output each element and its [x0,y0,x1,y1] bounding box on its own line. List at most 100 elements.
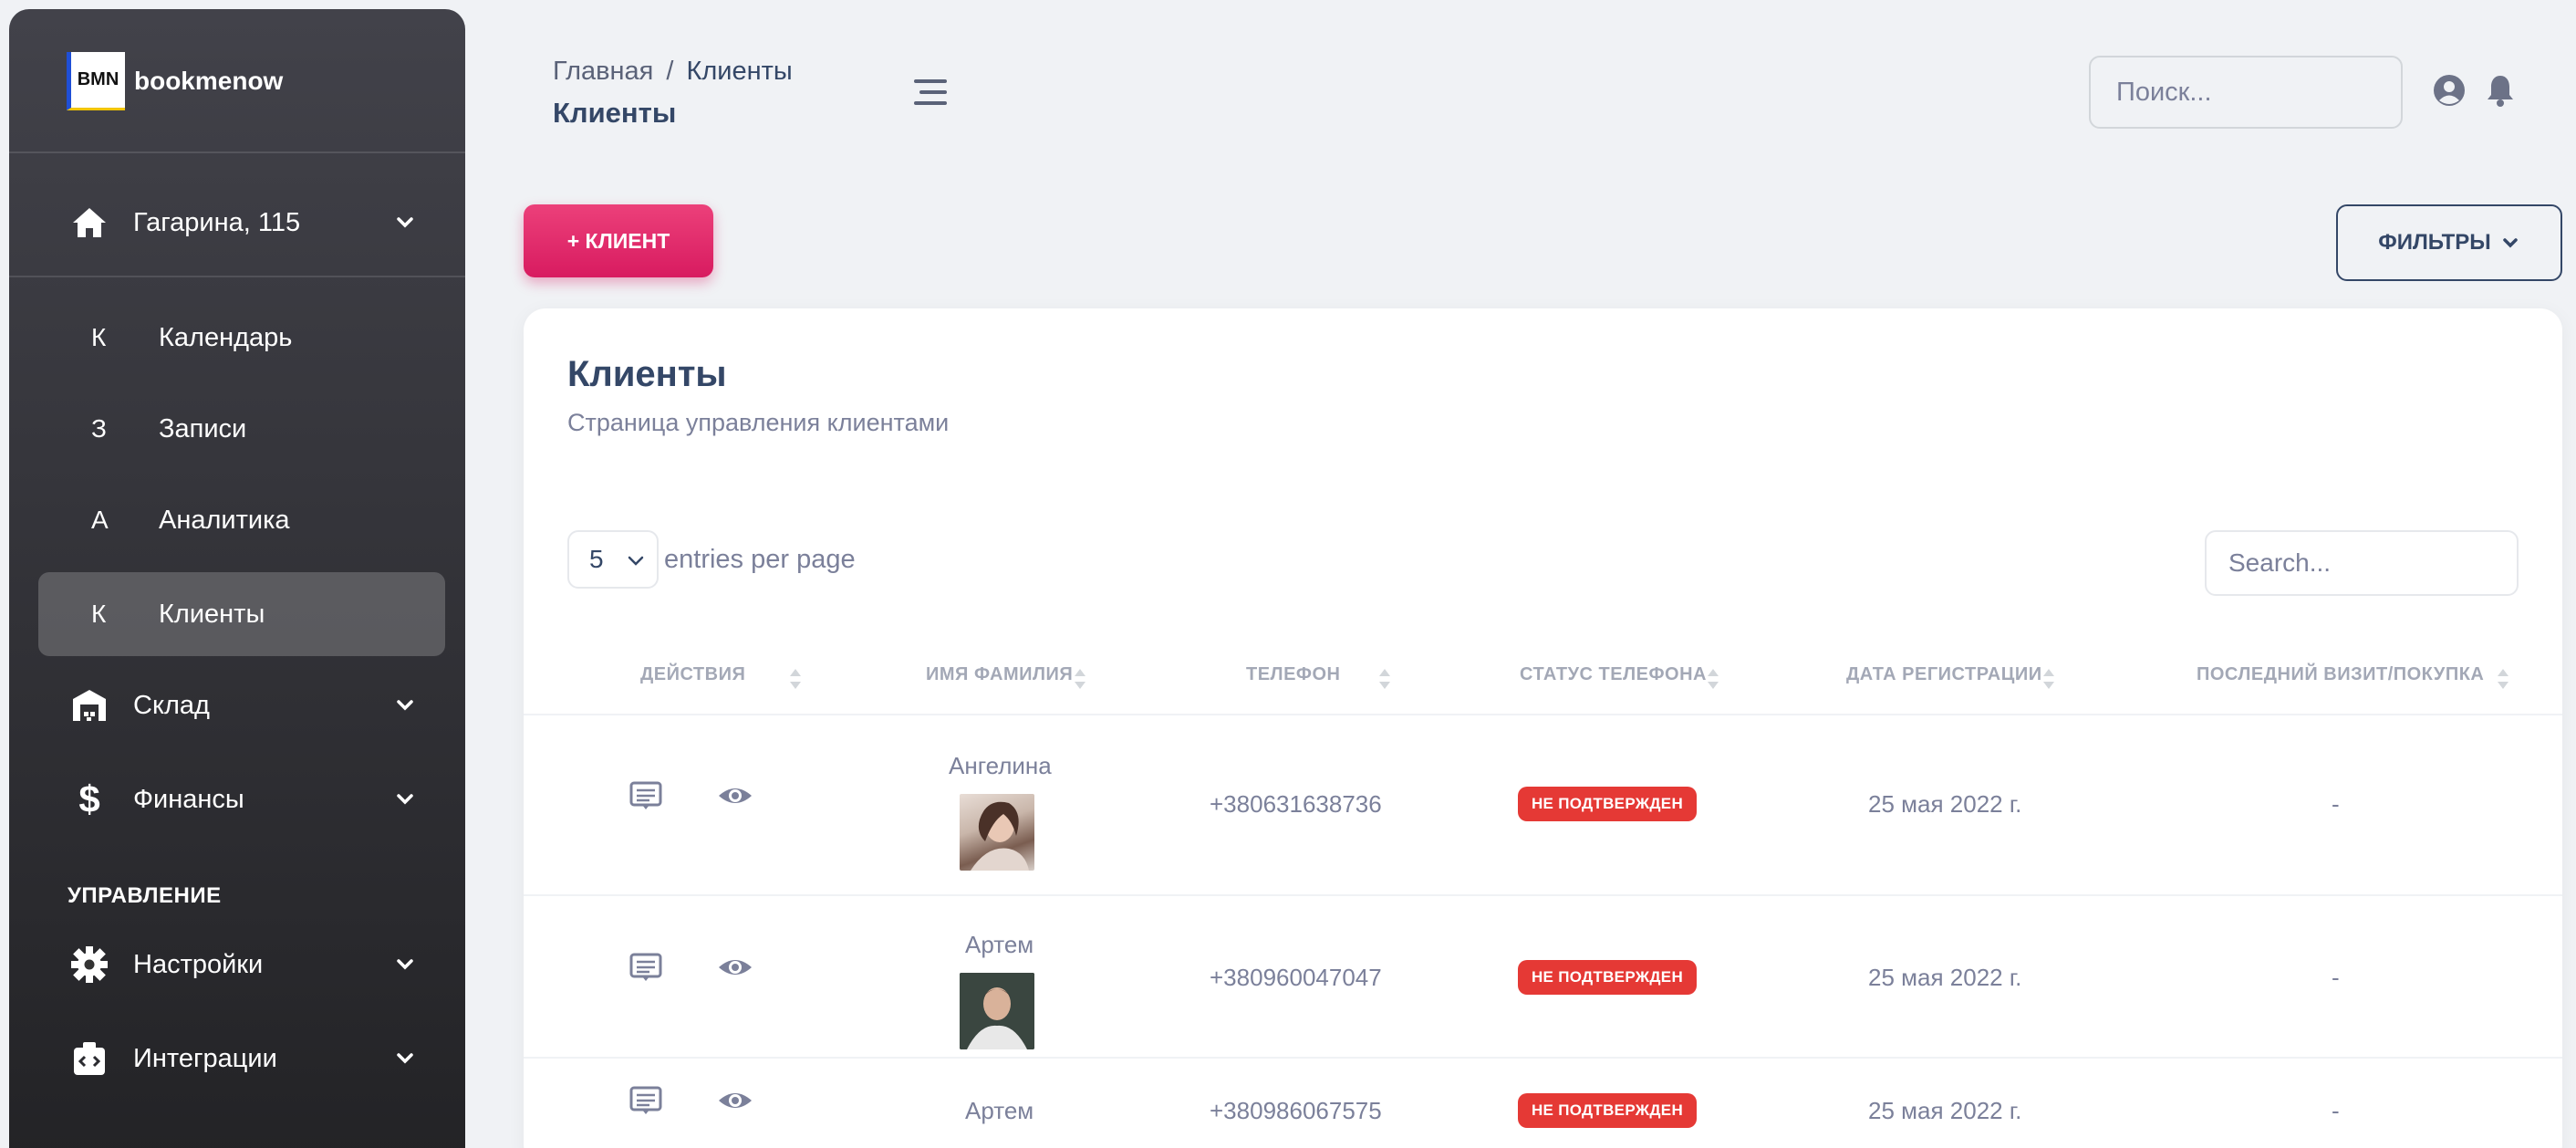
sidebar-item-label: Склад [133,690,210,720]
sort-icon[interactable] [2041,666,2056,692]
column-header-last-visit[interactable]: ПОСЛЕДНИЙ ВИЗИТ/ПОКУПКА [2197,664,2484,685]
sidebar-item-label: Клиенты [159,599,265,629]
status-badge: НЕ ПОДТВЕРЖДЕН [1518,1093,1697,1128]
sidebar: BMN bookmenow Гагарина, 115 К Календарь … [9,9,465,1148]
sort-icon[interactable] [1073,666,1087,692]
chevron-down-icon [2503,238,2518,248]
breadcrumb-home[interactable]: Главная [553,57,653,86]
status-badge: НЕ ПОДТВЕРЖДЕН [1518,787,1697,821]
home-icon [68,201,111,245]
menu-toggle-icon[interactable] [912,77,949,108]
column-header-name[interactable]: ИМЯ ФАМИЛИЯ [926,664,1073,685]
sidebar-item-clients[interactable]: К Клиенты [38,572,445,656]
last-visit: - [2332,1097,2340,1124]
message-icon[interactable] [628,949,664,986]
gear-icon [68,943,111,986]
sidebar-item-letter: А [91,506,109,534]
column-header-actions[interactable]: ДЕЙСТВИЯ [640,664,745,685]
section-title-management: УПРАВЛЕНИЕ [68,883,222,908]
registration-date: 25 мая 2022 г. [1868,964,2022,991]
brand[interactable]: BMN bookmenow [67,52,283,110]
sort-icon[interactable] [788,666,803,692]
sort-icon[interactable] [1377,666,1392,692]
registration-date: 25 мая 2022 г. [1868,790,2022,818]
location-selector[interactable]: Гагарина, 115 [38,181,445,265]
registration-date: 25 мая 2022 г. [1868,1097,2022,1124]
eye-icon[interactable] [717,1082,753,1119]
client-name: Ангелина [949,752,1052,779]
last-visit: - [2332,790,2340,818]
row-divider [524,1057,2562,1059]
sidebar-divider [9,276,465,277]
per-page-select[interactable]: 5 [567,530,659,589]
chevron-down-icon [397,794,413,805]
per-page-value: 5 [589,545,604,573]
brand-name: bookmenow [134,67,284,95]
column-header-registration[interactable]: ДАТА РЕГИСТРАЦИИ [1846,664,2042,685]
sidebar-item-calendar[interactable]: К Календарь [38,296,445,380]
sidebar-item-analytics[interactable]: А Аналитика [38,478,445,562]
sidebar-item-label: Аналитика [159,505,290,535]
sidebar-item-label: Настройки [133,949,264,979]
row-divider [524,894,2562,896]
add-client-button[interactable]: + КЛИЕНТ [524,204,713,277]
search-input[interactable] [2089,56,2403,129]
sidebar-item-warehouse[interactable]: Склад [38,663,445,747]
sidebar-item-label: Записи [159,413,247,444]
clients-card: Клиенты Страница управления клиентами 5 … [524,308,2562,1148]
sort-icon[interactable] [1706,666,1720,692]
entries-per-page: 5 entries per page [567,530,856,589]
row-divider [524,714,2562,715]
dollar-icon: $ [68,778,111,821]
message-icon[interactable] [628,1082,664,1119]
breadcrumb-separator: / [666,57,674,86]
chevron-down-icon [397,217,413,228]
chevron-down-icon [397,959,413,970]
filters-button[interactable]: ФИЛЬТРЫ [2336,204,2562,281]
sidebar-item-integrations[interactable]: Интеграции [38,1017,445,1101]
card-subtitle: Страница управления клиентами [567,409,950,436]
sidebar-item-letter: К [91,323,107,351]
chevron-down-icon [397,700,413,711]
breadcrumb: Главная / Клиенты [553,57,793,87]
sidebar-item-label: Интеграции [133,1043,277,1073]
integration-icon [68,1037,111,1080]
sidebar-item-label: Финансы [133,784,244,814]
location-label: Гагарина, 115 [133,207,301,237]
sidebar-item-settings[interactable]: Настройки [38,923,445,1007]
client-phone: +380631638736 [1210,790,1382,818]
page-title: Клиенты [553,97,677,129]
card-title: Клиенты [567,354,727,394]
column-header-phone[interactable]: ТЕЛЕФОН [1246,664,1341,685]
client-phone: +380960047047 [1210,964,1382,991]
per-page-label: entries per page [664,544,856,574]
message-icon[interactable] [628,778,664,814]
client-name: Артем [965,931,1034,958]
sidebar-item-label: Календарь [159,322,293,352]
client-name: Артем [965,1097,1034,1124]
chevron-down-icon [628,556,644,566]
sidebar-item-letter: З [91,414,107,443]
table-search-input[interactable] [2205,530,2519,596]
account-icon[interactable] [2432,73,2467,108]
bell-icon[interactable] [2483,73,2518,108]
last-visit: - [2332,964,2340,991]
svg-text:$: $ [78,779,99,819]
chevron-down-icon [397,1053,413,1064]
eye-icon[interactable] [717,778,753,814]
avatar [960,973,1034,1049]
breadcrumb-current: Клиенты [686,57,793,86]
status-badge: НЕ ПОДТВЕРЖДЕН [1518,960,1697,995]
eye-icon[interactable] [717,949,753,986]
brand-logo: BMN [67,52,125,110]
filters-label: ФИЛЬТРЫ [2378,230,2491,255]
avatar [960,794,1034,871]
client-phone: +380986067575 [1210,1097,1382,1124]
warehouse-icon [68,684,111,727]
column-header-phone-status[interactable]: СТАТУС ТЕЛЕФОНА [1520,664,1707,685]
sidebar-item-letter: К [91,600,107,628]
sidebar-item-records[interactable]: З Записи [38,387,445,471]
sidebar-item-finance[interactable]: $ Финансы [38,757,445,841]
sort-icon[interactable] [2496,666,2510,692]
sidebar-divider [9,151,465,153]
